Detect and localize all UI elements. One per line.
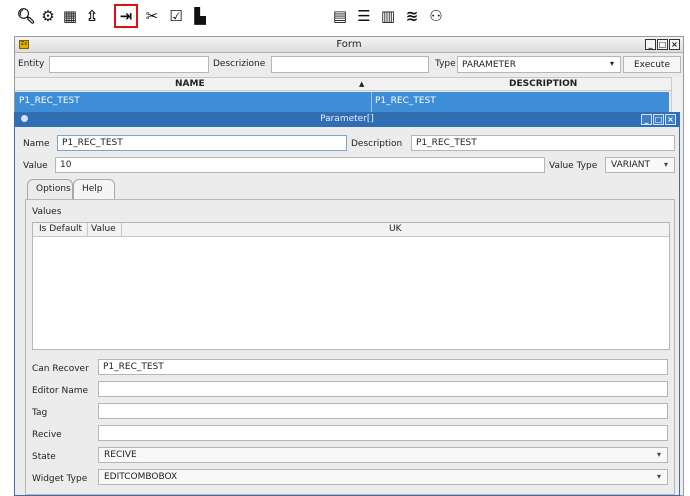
- document-icon[interactable]: ▙: [190, 6, 210, 26]
- column-header-name[interactable]: NAME: [175, 79, 205, 89]
- table-row[interactable]: P1_REC_TEST P1_REC_TEST: [15, 92, 669, 112]
- close-button[interactable]: ×: [669, 39, 680, 50]
- recive-label: Recive: [32, 430, 62, 440]
- cell-name: P1_REC_TEST: [19, 96, 80, 106]
- parameter-window: Parameter[] _ □ × Name P1_REC_TEST Descr…: [14, 112, 680, 496]
- options-panel: Values Is Default Value UK Can Recover P…: [25, 199, 675, 495]
- tag-input[interactable]: [98, 403, 668, 419]
- editor-name-input[interactable]: [98, 381, 668, 397]
- layers-icon[interactable]: ≋: [402, 6, 422, 26]
- column-divider: [87, 223, 88, 237]
- form-title-bar[interactable]: Zx Form _ □ ×: [15, 37, 683, 53]
- column-divider: [371, 92, 372, 112]
- search-icon[interactable]: 🔍︎: [16, 6, 36, 26]
- descrizione-label: Descrizione: [213, 59, 266, 69]
- tab-help[interactable]: Help: [73, 179, 115, 199]
- value-type-select[interactable]: VARIANT ▾: [605, 157, 675, 173]
- chevron-down-icon: ▾: [656, 450, 661, 459]
- tag-label: Tag: [32, 408, 48, 418]
- values-label: Values: [32, 207, 62, 217]
- widget-type-select[interactable]: EDITCOMBOBOX ▾: [98, 469, 668, 485]
- minimize-button[interactable]: _: [645, 39, 656, 50]
- parameter-title-bar[interactable]: Parameter[] _ □ ×: [15, 113, 679, 127]
- widget-type-label: Widget Type: [32, 474, 88, 484]
- values-table[interactable]: Is Default Value UK: [32, 222, 670, 350]
- chevron-down-icon: ▾: [656, 472, 661, 481]
- close-button[interactable]: ×: [665, 114, 676, 125]
- type-label: Type: [435, 59, 456, 69]
- state-label: State: [32, 452, 56, 462]
- widget-type-select-value: EDITCOMBOBOX: [104, 472, 178, 482]
- cell-description: P1_REC_TEST: [375, 96, 436, 106]
- upload-icon[interactable]: ⇫: [82, 6, 102, 26]
- tab-options[interactable]: Options: [27, 179, 73, 199]
- description-input[interactable]: P1_REC_TEST: [411, 135, 675, 151]
- filter-row: Entity Descrizione Type PARAMETER ▾ Exec…: [15, 55, 683, 75]
- main-toolbar: 🔍︎ ⚙ ▦ ⇫ ⇥ ✂ ☑ ▙ ▤ ☰ ▥ ≋ ⚇: [0, 0, 690, 32]
- server-icon[interactable]: ☰: [354, 6, 374, 26]
- recive-input[interactable]: [98, 425, 668, 441]
- grid-header: NAME ▲ DESCRIPTION: [15, 77, 683, 91]
- minimize-button[interactable]: _: [641, 114, 652, 125]
- value-type-select-value: VARIANT: [611, 160, 651, 170]
- editor-name-label: Editor Name: [32, 386, 89, 396]
- users-icon[interactable]: ⚇: [426, 6, 446, 26]
- column-header-is-default[interactable]: Is Default: [39, 224, 82, 234]
- can-recover-label: Can Recover: [32, 364, 89, 374]
- chevron-down-icon: ▾: [663, 160, 668, 169]
- column-header-uk[interactable]: UK: [389, 224, 402, 234]
- execute-button[interactable]: Execute: [623, 56, 681, 73]
- entity-label: Entity: [18, 59, 45, 69]
- state-select-value: RECIVE: [104, 450, 137, 460]
- value-label: Value: [23, 161, 48, 171]
- grid-scrollbar[interactable]: [671, 77, 683, 113]
- name-input[interactable]: P1_REC_TEST: [57, 135, 347, 151]
- type-select[interactable]: PARAMETER ▾: [457, 56, 621, 73]
- gear-icon[interactable]: ⚙: [38, 6, 58, 26]
- parameter-title: Parameter[]: [320, 114, 374, 124]
- column-header-value[interactable]: Value: [91, 224, 116, 234]
- column-header-description[interactable]: DESCRIPTION: [509, 79, 577, 89]
- entity-input[interactable]: [49, 56, 209, 73]
- values-table-header: Is Default Value UK: [33, 223, 669, 237]
- login-icon[interactable]: ⇥: [114, 4, 138, 28]
- chevron-down-icon: ▾: [609, 59, 614, 68]
- state-select[interactable]: RECIVE ▾: [98, 447, 668, 463]
- form-title: Form: [336, 39, 362, 50]
- type-select-value: PARAMETER: [462, 60, 516, 70]
- tools-icon[interactable]: ✂: [142, 6, 162, 26]
- value-type-label: Value Type: [549, 161, 598, 171]
- bar-chart-icon[interactable]: ▥: [378, 6, 398, 26]
- sort-ascending-icon[interactable]: ▲: [359, 80, 364, 88]
- maximize-button[interactable]: □: [657, 39, 668, 50]
- name-label: Name: [23, 139, 50, 149]
- id-card-icon[interactable]: ▤: [330, 6, 350, 26]
- can-recover-input[interactable]: P1_REC_TEST: [98, 359, 668, 375]
- descrizione-input[interactable]: [271, 56, 429, 73]
- chip-icon[interactable]: ▦: [60, 6, 80, 26]
- maximize-button[interactable]: □: [653, 114, 664, 125]
- value-input[interactable]: 10: [55, 157, 545, 173]
- column-divider: [121, 223, 122, 237]
- inbox-check-icon[interactable]: ☑: [166, 6, 186, 26]
- description-label: Description: [351, 139, 403, 149]
